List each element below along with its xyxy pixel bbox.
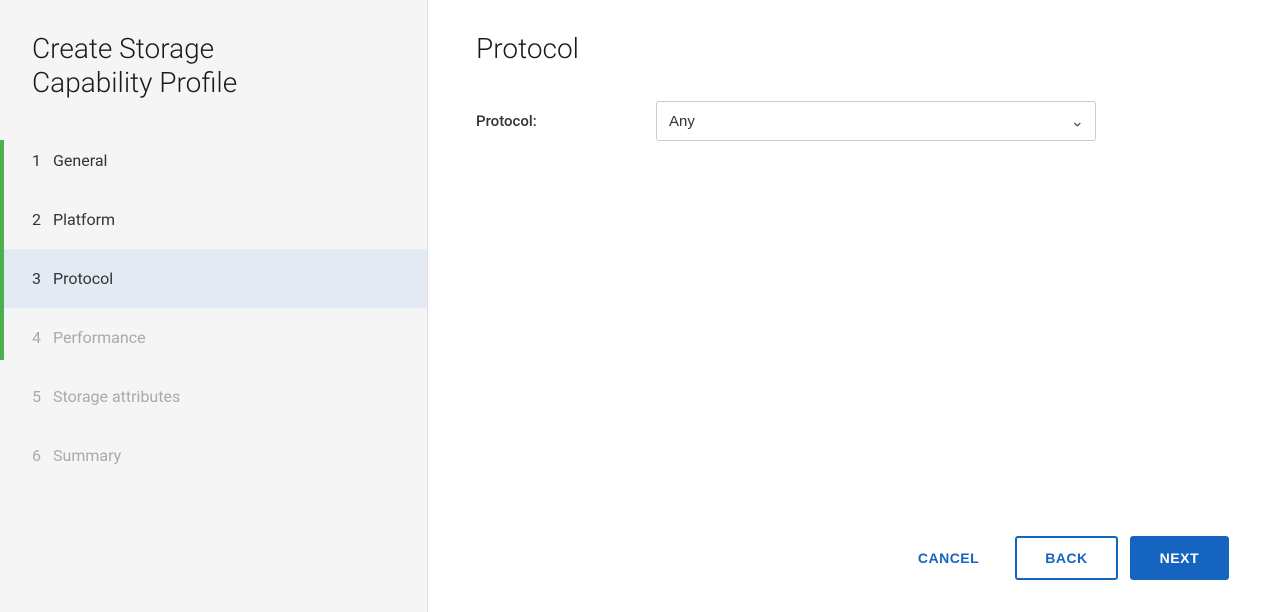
step-label-performance: Performance (53, 328, 146, 347)
step-label-summary: Summary (53, 446, 121, 465)
content-spacer (476, 165, 1229, 520)
step-performance[interactable]: 4 Performance (0, 308, 427, 367)
protocol-field-row: Protocol: Any FC iSCSI NFS SMB (476, 101, 1229, 141)
back-button[interactable]: BACK (1015, 536, 1117, 580)
next-button[interactable]: NEXT (1130, 536, 1229, 580)
step-platform[interactable]: 2 Platform (0, 190, 427, 249)
section-title: Protocol (476, 32, 1229, 65)
step-protocol[interactable]: 3 Protocol (0, 249, 427, 308)
steps-nav: 1 General 2 Platform 3 Protocol 4 Perfor… (0, 131, 427, 485)
step-general[interactable]: 1 General (0, 131, 427, 190)
sidebar: Create Storage Capability Profile 1 Gene… (0, 0, 428, 612)
step-label-storage-attributes: Storage attributes (53, 387, 180, 406)
step-number-4: 4 (32, 328, 41, 347)
footer-actions: CANCEL BACK NEXT (476, 520, 1229, 580)
step-number-6: 6 (32, 446, 41, 465)
protocol-select-wrapper: Any FC iSCSI NFS SMB (656, 101, 1096, 141)
protocol-select[interactable]: Any FC iSCSI NFS SMB (656, 101, 1096, 141)
step-number-1: 1 (32, 151, 41, 170)
step-summary[interactable]: 6 Summary (0, 426, 427, 485)
step-number-3: 3 (32, 269, 41, 288)
cancel-button[interactable]: CANCEL (894, 538, 1003, 578)
step-label-protocol: Protocol (53, 269, 113, 288)
step-number-5: 5 (32, 387, 41, 406)
page-heading: Create Storage Capability Profile (0, 32, 427, 131)
step-label-platform: Platform (53, 210, 115, 229)
protocol-label: Protocol: (476, 112, 656, 130)
step-storage-attributes[interactable]: 5 Storage attributes (0, 367, 427, 426)
main-content: Protocol Protocol: Any FC iSCSI NFS SMB … (428, 0, 1277, 612)
step-label-general: General (53, 151, 107, 170)
step-number-2: 2 (32, 210, 41, 229)
